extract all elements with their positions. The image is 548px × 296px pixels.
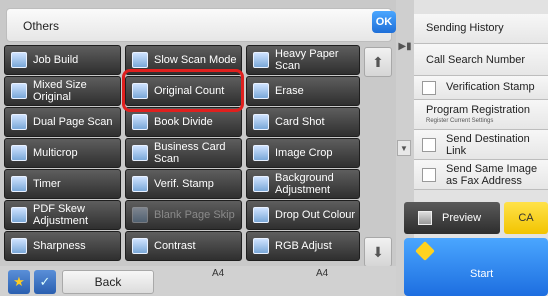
card-shot-icon [253, 114, 269, 130]
grid-scrollbar[interactable]: ⬆ ⬇ [364, 47, 392, 267]
card-shot-button[interactable]: Card Shot [246, 107, 360, 137]
background-adjustment-button[interactable]: Background Adjustment [246, 169, 360, 199]
sharpness-icon [11, 238, 27, 254]
ok-button[interactable]: OK [372, 11, 396, 33]
chevron-down-icon[interactable]: ▼ [397, 140, 411, 156]
back-button[interactable]: Back [62, 270, 154, 294]
checkbox-icon[interactable] [422, 168, 436, 182]
sending-history-item[interactable]: Sending History [414, 14, 548, 44]
mixed-size-icon [11, 83, 27, 99]
verification-stamp-item[interactable]: Verification Stamp [414, 76, 548, 100]
preview-button[interactable]: Preview [404, 202, 500, 234]
job-build-button[interactable]: Job Build [4, 45, 121, 75]
send-same-image-item[interactable]: Send Same Image as Fax Address [414, 160, 548, 190]
others-panel: Others OK Job Build Slow Scan Mode Heavy… [0, 0, 396, 296]
double-chevron-up-icon[interactable]: ⬆ [364, 47, 392, 77]
drop-out-colour-button[interactable]: Drop Out Colour [246, 200, 360, 230]
drop-out-icon [253, 207, 269, 223]
erase-button[interactable]: Erase [246, 76, 360, 106]
contrast-button[interactable]: Contrast [125, 231, 242, 261]
checkbox-icon[interactable] [422, 138, 436, 152]
book-divide-icon [132, 114, 148, 130]
timer-button[interactable]: Timer [4, 169, 121, 199]
blank-page-icon [132, 207, 148, 223]
sharpness-button[interactable]: Sharpness [4, 231, 121, 261]
others-header: Others [6, 8, 392, 42]
verif-stamp-icon [132, 176, 148, 192]
business-card-icon [132, 145, 148, 161]
check-icon[interactable]: ✓ [34, 270, 56, 294]
original-count-highlight [122, 69, 244, 112]
scanner-screen: Others OK Job Build Slow Scan Mode Heavy… [0, 0, 548, 296]
star-icon[interactable]: ★ [8, 270, 30, 294]
pdf-skew-adjustment-button[interactable]: PDF Skew Adjustment [4, 200, 121, 230]
multicrop-button[interactable]: Multicrop [4, 138, 121, 168]
business-card-scan-button[interactable]: Business Card Scan [125, 138, 242, 168]
heavy-paper-icon [253, 52, 269, 68]
contrast-icon [132, 238, 148, 254]
slow-scan-icon [132, 52, 148, 68]
multicrop-icon [11, 145, 27, 161]
preview-icon [418, 211, 432, 225]
heavy-paper-scan-button[interactable]: Heavy Paper Scan [246, 45, 360, 75]
pdf-skew-icon [11, 207, 27, 223]
program-registration-item[interactable]: Program Registration Register Current Se… [414, 100, 548, 130]
timer-icon [11, 176, 27, 192]
bottom-bar: ★ ✓ Back [0, 266, 396, 296]
verif-stamp-button[interactable]: Verif. Stamp [125, 169, 242, 199]
blank-page-skip-button[interactable]: Blank Page Skip [125, 200, 242, 230]
image-crop-button[interactable]: Image Crop [246, 138, 360, 168]
job-build-icon [11, 52, 27, 68]
start-icon [415, 241, 435, 261]
background-adjust-icon [253, 176, 269, 192]
panel-title: Others [23, 19, 60, 33]
erase-icon [253, 83, 269, 99]
double-chevron-down-icon[interactable]: ⬇ [364, 237, 392, 267]
collapse-panel-icon[interactable]: ▶▮ [398, 34, 412, 58]
start-button[interactable]: Start [404, 238, 548, 296]
image-crop-icon [253, 145, 269, 161]
send-destination-link-item[interactable]: Send Destination Link [414, 130, 548, 160]
checkbox-icon[interactable] [422, 81, 436, 95]
paper-size-right: A4 [316, 268, 329, 279]
call-search-number-item[interactable]: Call Search Number [414, 44, 548, 76]
dual-page-scan-button[interactable]: Dual Page Scan [4, 107, 121, 137]
rgb-adjust-icon [253, 238, 269, 254]
dual-page-icon [11, 114, 27, 130]
paper-size-left: A4 [212, 268, 225, 279]
mixed-size-original-button[interactable]: Mixed Size Original [4, 76, 121, 106]
ca-button[interactable]: CA [504, 202, 548, 234]
rgb-adjust-button[interactable]: RGB Adjust [246, 231, 360, 261]
